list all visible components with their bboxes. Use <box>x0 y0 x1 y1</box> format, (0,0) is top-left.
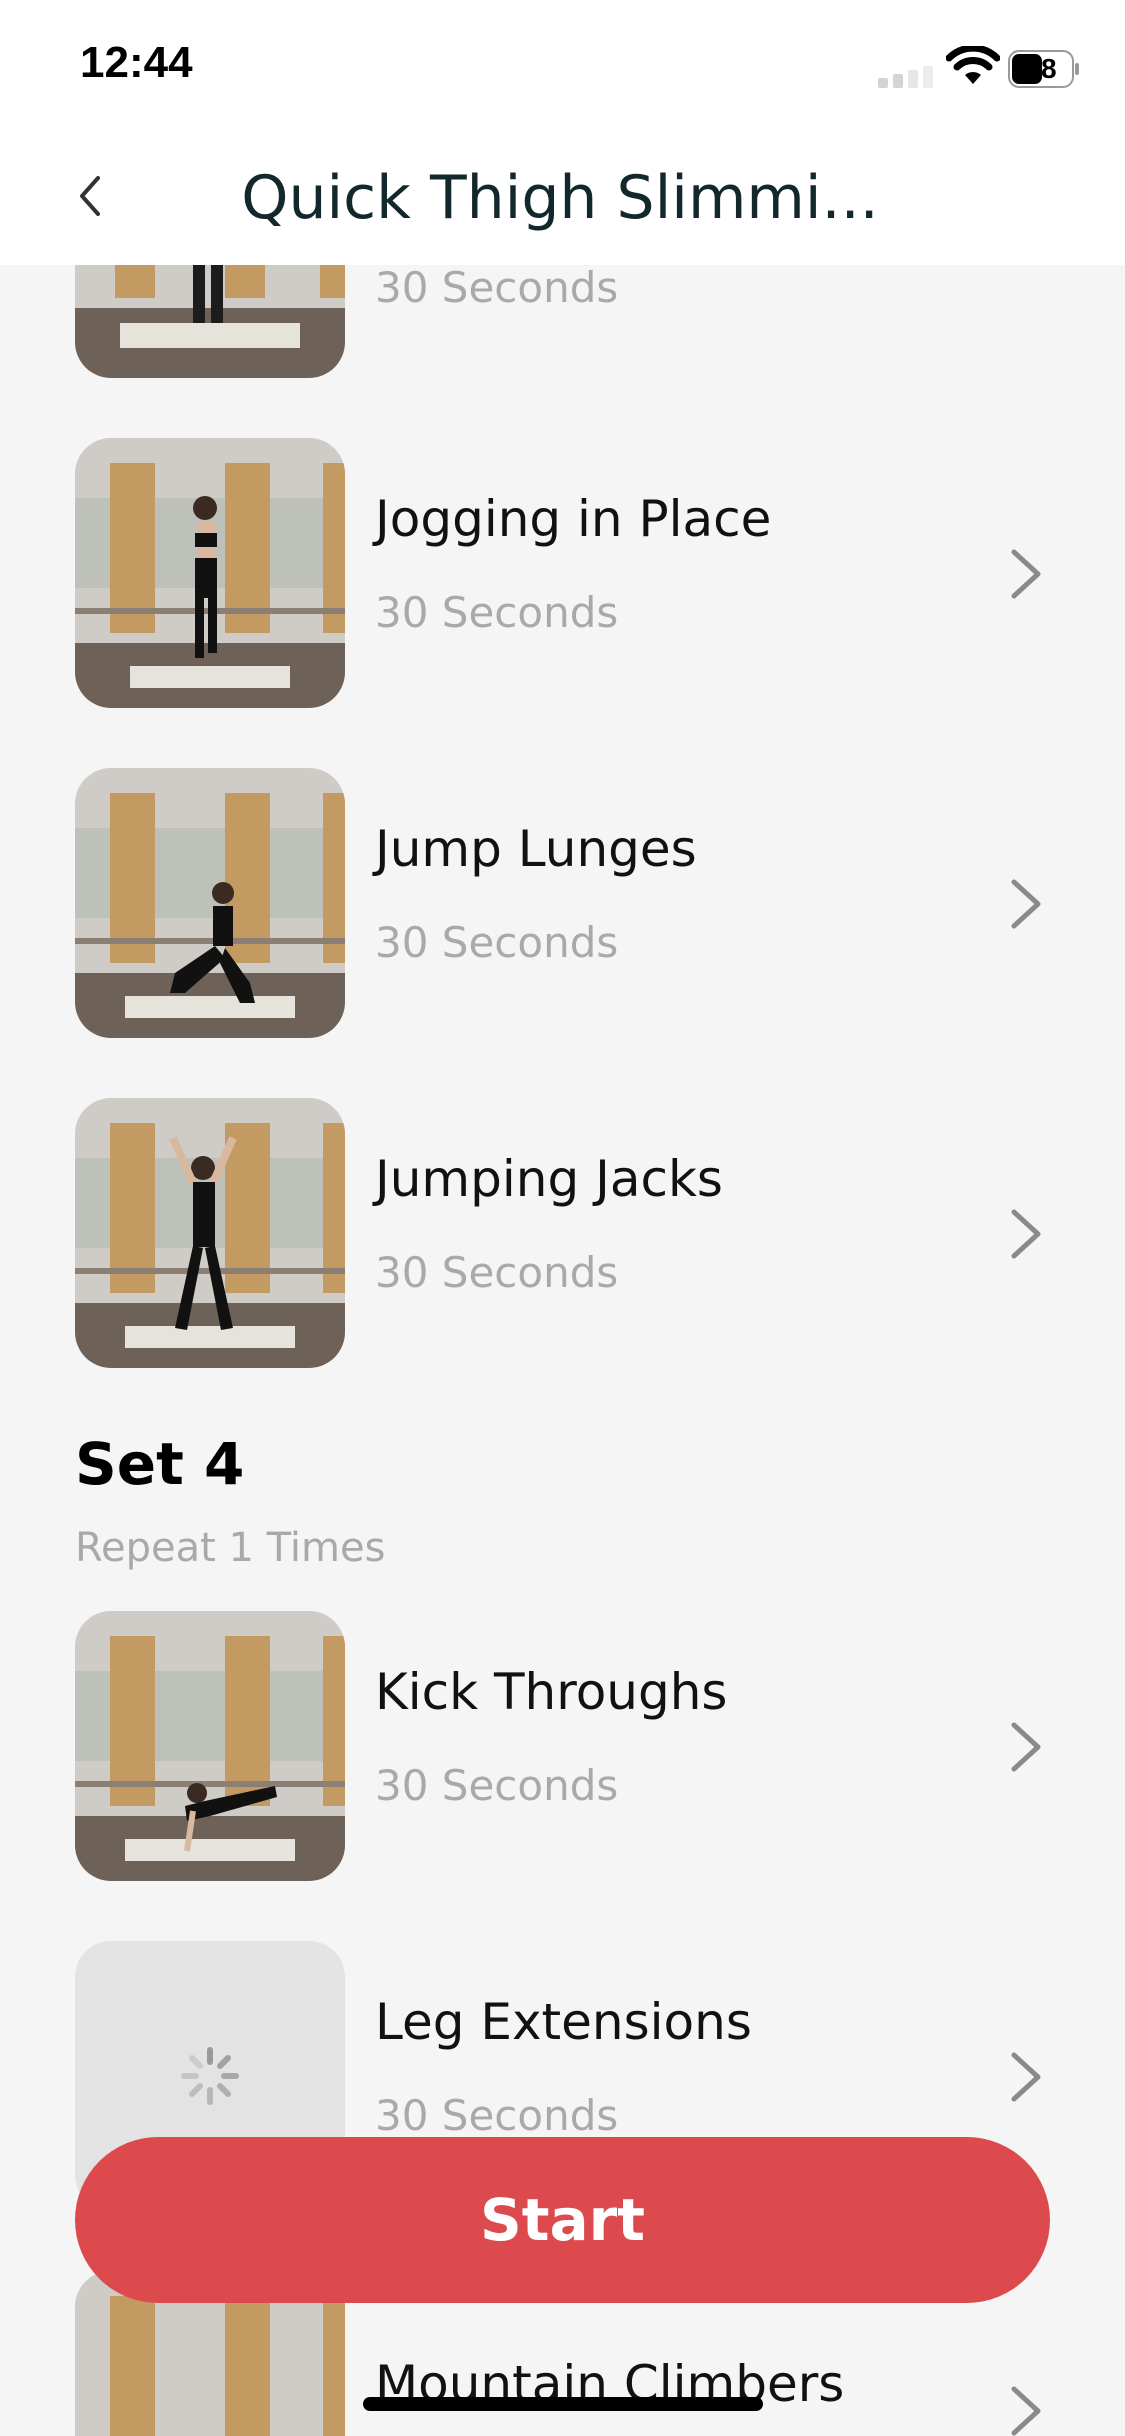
navigation-bar: Quick Thigh Slimmi... <box>0 130 1125 265</box>
exercise-duration: 30 Seconds <box>375 1761 619 1810</box>
exercise-row[interactable]: Jump Lunges 30 Seconds <box>0 768 1125 1038</box>
exercise-list[interactable]: 30 Seconds Jogging in Place 30 Seconds J… <box>0 0 1125 2436</box>
start-button[interactable]: Start <box>75 2137 1050 2303</box>
exercise-duration: 30 Seconds <box>375 263 619 312</box>
home-indicator[interactable] <box>363 2397 763 2411</box>
status-time: 12:44 <box>80 38 193 87</box>
exercise-name: Kick Throughs <box>375 1663 728 1721</box>
chevron-right-icon <box>1011 1722 1041 1772</box>
exercise-name: Jump Lunges <box>375 820 697 878</box>
exercise-duration: 30 Seconds <box>375 918 619 967</box>
chevron-left-icon <box>80 176 100 216</box>
chevron-right-icon <box>1011 549 1041 599</box>
exercise-thumbnail <box>75 768 345 1038</box>
exercise-row[interactable]: Jogging in Place 30 Seconds <box>0 438 1125 708</box>
exercise-name: Leg Extensions <box>375 1993 752 2051</box>
exercise-row[interactable]: Kick Throughs 30 Seconds <box>0 1611 1125 1881</box>
chevron-right-icon <box>1011 2052 1041 2102</box>
back-button[interactable] <box>62 156 118 236</box>
exercise-thumbnail <box>75 1098 345 1368</box>
chevron-right-icon <box>1011 879 1041 929</box>
exercise-duration: 30 Seconds <box>375 1248 619 1297</box>
wifi-icon <box>946 46 1000 84</box>
page-title: Quick Thigh Slimmi... <box>241 163 879 233</box>
chevron-right-icon <box>1011 2386 1041 2436</box>
exercise-name: Jumping Jacks <box>375 1150 723 1208</box>
exercise-duration: 30 Seconds <box>375 588 619 637</box>
set-repeat-label: Repeat 1 Times <box>75 1525 386 1571</box>
set-title: Set 4 <box>75 1430 245 1498</box>
status-bar: 12:44 48 <box>0 0 1125 130</box>
exercise-duration: 30 Seconds <box>375 2091 619 2140</box>
exercise-thumbnail <box>75 1611 345 1881</box>
exercise-row[interactable]: Jumping Jacks 30 Seconds <box>0 1098 1125 1368</box>
battery-level: 48 <box>1025 53 1057 84</box>
exercise-thumbnail <box>75 438 345 708</box>
cellular-signal-icon <box>878 66 933 88</box>
workout-detail-screen: 30 Seconds Jogging in Place 30 Seconds J… <box>0 0 1125 2436</box>
exercise-name: Jogging in Place <box>375 490 772 548</box>
chevron-right-icon <box>1011 1209 1041 1259</box>
